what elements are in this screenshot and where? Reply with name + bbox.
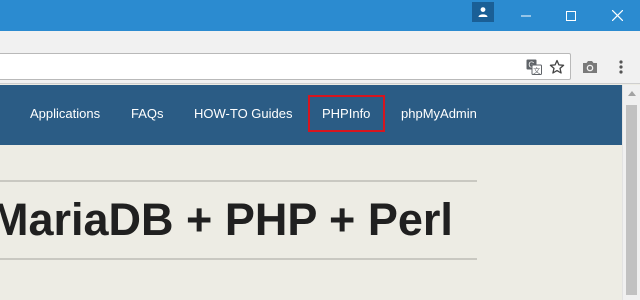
browser-menu-button[interactable] [612, 57, 630, 77]
translate-icon: G 文 [526, 59, 542, 75]
close-button[interactable] [594, 0, 640, 31]
browser-toolbar: G 文 [0, 31, 640, 84]
profile-button[interactable] [472, 2, 494, 22]
star-icon [549, 59, 565, 74]
window-titlebar [0, 0, 640, 31]
maximize-button[interactable] [548, 0, 594, 31]
user-icon [478, 7, 488, 17]
phpinfo-highlight-box [308, 95, 385, 132]
minimize-button[interactable] [503, 0, 549, 31]
site-navbar: Applications FAQs HOW-TO Guides PHPInfo … [0, 85, 622, 145]
camera-icon [583, 61, 597, 73]
top-divider [0, 180, 477, 182]
menu-icon [619, 60, 623, 74]
translate-button[interactable]: G 文 [524, 57, 544, 77]
scroll-up-button[interactable] [623, 85, 640, 102]
bookmark-button[interactable] [547, 57, 567, 77]
caret-up-icon [627, 91, 636, 96]
maximize-icon [566, 10, 576, 21]
minimize-icon [521, 15, 531, 16]
page-heading: MariaDB + PHP + Perl [0, 194, 453, 245]
close-icon [611, 10, 623, 21]
scrollbar-thumb[interactable] [626, 105, 637, 295]
page-viewport: Applications FAQs HOW-TO Guides PHPInfo … [0, 85, 622, 300]
nav-howto-guides[interactable]: HOW-TO Guides [194, 106, 292, 122]
nav-faqs[interactable]: FAQs [131, 106, 164, 122]
nav-applications[interactable]: Applications [30, 106, 100, 122]
bottom-divider [0, 258, 477, 260]
screenshot-button[interactable] [579, 57, 601, 77]
address-bar[interactable] [0, 53, 571, 80]
nav-phpmyadmin[interactable]: phpMyAdmin [401, 106, 477, 122]
svg-text:文: 文 [533, 66, 540, 75]
page-scrollbar[interactable] [622, 85, 640, 300]
